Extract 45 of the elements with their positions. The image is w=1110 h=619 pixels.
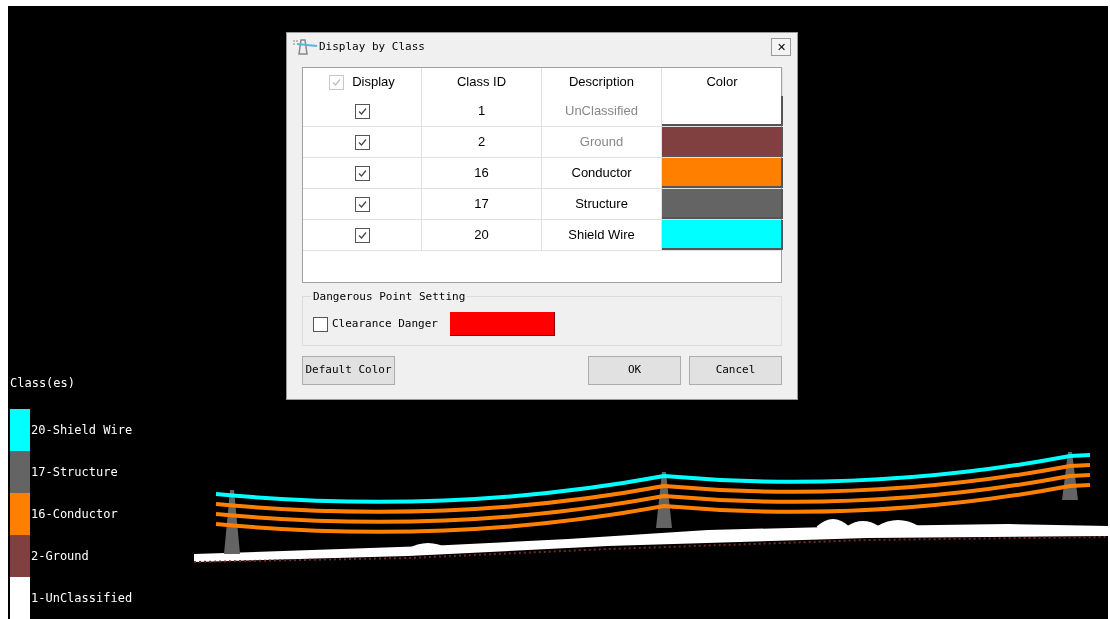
check-icon xyxy=(356,136,368,148)
color-swatch[interactable] xyxy=(662,189,783,219)
color-swatch[interactable] xyxy=(662,127,783,157)
table-cell-text: Ground xyxy=(579,133,624,152)
legend-label: 16-Conductor xyxy=(31,506,118,523)
check-icon xyxy=(356,229,368,241)
table-cell-text: 17 xyxy=(474,195,489,214)
table-cell-text: UnClassified xyxy=(565,102,638,121)
check-icon xyxy=(356,167,368,179)
table-cell-text: 20 xyxy=(474,226,489,245)
color-swatch[interactable] xyxy=(662,220,783,250)
tower-icon xyxy=(293,38,319,56)
check-icon xyxy=(356,198,368,210)
ok-button[interactable]: OK xyxy=(588,356,681,385)
column-header: Description xyxy=(569,73,634,92)
color-swatch[interactable] xyxy=(449,312,555,336)
color-swatch[interactable] xyxy=(662,158,783,188)
checkbox[interactable] xyxy=(313,316,328,332)
window-title: Display by Class xyxy=(319,38,425,55)
legend-label: 17-Structure xyxy=(31,464,118,481)
column-header: Color xyxy=(706,73,738,92)
column-header: Display xyxy=(352,73,395,92)
check-icon xyxy=(356,105,368,117)
legend-label: 20-Shield Wire xyxy=(31,422,133,439)
table-cell-text: Structure xyxy=(575,195,628,214)
color-swatch[interactable] xyxy=(662,96,783,126)
checkbox[interactable] xyxy=(354,165,370,181)
table-cell-text: 1 xyxy=(477,102,486,121)
table-cell-text: 2 xyxy=(477,133,486,152)
table-cell-text: Shield Wire xyxy=(568,226,635,245)
close-button[interactable]: ✕ xyxy=(771,38,791,56)
legend-title: Class(es) xyxy=(10,375,77,391)
column-header: Class ID xyxy=(456,73,507,92)
cancel-button[interactable]: Cancel xyxy=(689,356,782,385)
check-icon xyxy=(331,76,343,88)
checkbox-label: Clearance Danger xyxy=(332,315,438,332)
legend-label: 2-Ground xyxy=(31,548,89,565)
checkbox[interactable] xyxy=(354,227,370,243)
default-color-button[interactable]: Default Color xyxy=(302,356,395,385)
table-cell-text: Conductor xyxy=(571,164,632,183)
checkbox[interactable] xyxy=(354,103,370,119)
legend-label: 1-UnClassified xyxy=(31,590,133,607)
checkbox[interactable] xyxy=(354,134,370,150)
checkbox[interactable] xyxy=(354,196,370,212)
table-cell-text: 16 xyxy=(474,164,489,183)
